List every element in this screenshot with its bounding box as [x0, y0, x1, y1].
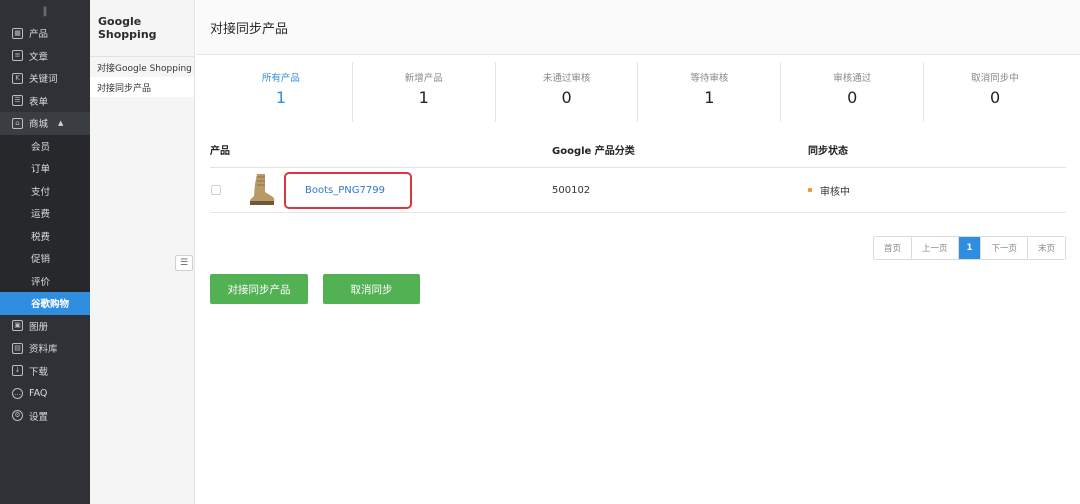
- sync-products-button[interactable]: 对接同步产品: [210, 274, 308, 304]
- stat-label: 取消同步中: [971, 73, 1019, 84]
- sidebar-subitem-tax[interactable]: 税费: [0, 225, 90, 248]
- sidebar-item-articles[interactable]: ≡ 文章: [0, 45, 90, 68]
- sidebar-item-label: 订单: [31, 164, 51, 176]
- column-header-product: 产品: [210, 146, 230, 157]
- product-name-link[interactable]: Boots_PNG7799: [305, 185, 385, 196]
- stat-label: 等待审核: [690, 73, 729, 84]
- sidebar-item-label: 谷歌购物: [31, 299, 70, 311]
- pagination: 首页 上一页 1 下一页 末页: [873, 236, 1066, 260]
- stat-label: 未通过审核: [542, 73, 591, 84]
- sidebar-item-label: 下载: [29, 366, 49, 378]
- sidebar-subitem-members[interactable]: 会员: [0, 135, 90, 158]
- sidebar-item-label: 促销: [31, 254, 51, 266]
- shop-submenu: 会员 订单 支付 运费 税费 促销 评价 谷歌购物: [0, 134, 90, 315]
- sidebar-item-label: 文章: [29, 51, 49, 63]
- stat-value: 1: [704, 88, 715, 107]
- product-thumbnail: [250, 174, 275, 205]
- sync-status-cell: 审核中: [808, 183, 1066, 198]
- sidebar-subitem-google-shopping[interactable]: 谷歌购物: [0, 292, 90, 315]
- library-icon: ▤: [12, 342, 23, 354]
- sidebar-item-label: 支付: [31, 186, 51, 198]
- sidebar-item-faq[interactable]: … FAQ: [0, 382, 90, 405]
- sidebar-item-label: 设置: [29, 411, 49, 423]
- sidebar-item-label: 表单: [29, 96, 49, 108]
- stat-value: 0: [561, 88, 572, 107]
- table-header: 产品 Google 产品分类 同步状态: [210, 132, 1066, 168]
- stat-value: 1: [418, 88, 429, 107]
- sidebar-item-label: 会员: [31, 141, 51, 153]
- stat-pending[interactable]: 等待审核 1: [638, 62, 782, 122]
- chat-icon: …: [12, 387, 23, 399]
- row-checkbox[interactable]: [211, 185, 221, 195]
- status-text: 审核中: [820, 186, 850, 198]
- stat-value: 0: [847, 88, 858, 107]
- google-category-cell: 500102: [552, 184, 591, 196]
- menu-toggle-icon[interactable]: ‖: [0, 0, 90, 22]
- status-stats-bar: 所有产品 1 新增产品 1 未通过审核 0 等待审核 1 审核通过 0 取消同步…: [210, 62, 1066, 122]
- sidebar-item-label: 运费: [31, 209, 51, 221]
- cancel-sync-button[interactable]: 取消同步: [323, 274, 420, 304]
- prev-page-button[interactable]: 上一页: [912, 237, 959, 259]
- sidebar-subitem-payment[interactable]: 支付: [0, 180, 90, 203]
- sidebar-item-forms[interactable]: ☰ 表单: [0, 90, 90, 113]
- sidebar-subitem-shipping[interactable]: 运费: [0, 202, 90, 225]
- highlighted-product-name: Boots_PNG7799: [284, 171, 412, 209]
- status-dot-icon: [808, 188, 812, 192]
- sidebar-item-album[interactable]: ▣ 图册: [0, 315, 90, 338]
- nav-item-sync-products[interactable]: 对接同步产品: [90, 77, 194, 97]
- stat-rejected[interactable]: 未通过审核 0: [496, 62, 639, 122]
- stat-label: 新增产品: [404, 73, 443, 84]
- sidebar-subitem-reviews[interactable]: 评价: [0, 270, 90, 293]
- product-table: 产品 Google 产品分类 同步状态 Boots_PNG7799 500102…: [210, 132, 1066, 213]
- sidebar-subitem-orders[interactable]: 订单: [0, 157, 90, 180]
- panel-title: Google Shopping: [90, 0, 194, 57]
- sidebar-item-settings[interactable]: ⚙ 设置: [0, 405, 90, 428]
- nav-item-connect-google-shopping[interactable]: 对接Google Shopping: [90, 57, 194, 77]
- sidebar-item-label: FAQ: [29, 387, 48, 399]
- stat-all-products[interactable]: 所有产品 1: [210, 62, 353, 122]
- page-title: 对接同步产品: [196, 0, 1080, 55]
- column-header-status: 同步状态: [808, 146, 848, 157]
- secondary-nav-panel: Google Shopping 对接Google Shopping 对接同步产品: [90, 0, 195, 504]
- sidebar-item-label: 商城: [29, 119, 49, 131]
- last-page-button[interactable]: 末页: [1027, 237, 1065, 259]
- sidebar-item-shop[interactable]: ⌂ 商城 ▲: [0, 112, 90, 135]
- stat-value: 0: [989, 88, 1001, 107]
- keyword-icon: K: [12, 72, 23, 84]
- current-page-button[interactable]: 1: [958, 237, 982, 259]
- sidebar-item-label: 评价: [31, 276, 51, 288]
- next-page-button[interactable]: 下一页: [981, 237, 1028, 259]
- column-header-category: Google 产品分类: [552, 146, 635, 157]
- chevron-up-icon: ▲: [58, 119, 64, 128]
- album-icon: ▣: [12, 320, 23, 332]
- stat-value: 1: [275, 88, 286, 107]
- sidebar-item-products[interactable]: ▦ 产品: [0, 22, 90, 45]
- sidebar-subitem-promotion[interactable]: 促销: [0, 247, 90, 270]
- gear-icon: ⚙: [12, 410, 23, 422]
- stat-approved[interactable]: 审核通过 0: [781, 62, 925, 122]
- stat-label: 审核通过: [833, 73, 872, 84]
- table-row: Boots_PNG7799 500102 审核中: [210, 168, 1066, 213]
- stat-cancelling[interactable]: 取消同步中 0: [924, 62, 1066, 122]
- sidebar-item-download[interactable]: ↓ 下载: [0, 360, 90, 383]
- collapse-panel-icon[interactable]: ☰: [175, 255, 193, 271]
- main-content: 对接同步产品 所有产品 1 新增产品 1 未通过审核 0 等待审核 1 审核通过…: [196, 0, 1080, 504]
- download-icon: ↓: [12, 365, 23, 377]
- shop-bag-icon: ⌂: [12, 117, 23, 129]
- form-icon: ☰: [12, 95, 23, 107]
- sidebar-item-label: 资料库: [29, 344, 58, 356]
- main-sidebar: ‖ ▦ 产品 ≡ 文章 K 关键词 ☰ 表单 ⌂ 商城 ▲ 会员 订单 支付 运…: [0, 0, 90, 504]
- first-page-button[interactable]: 首页: [874, 237, 913, 259]
- sidebar-item-label: 关键词: [29, 74, 58, 86]
- sidebar-item-keywords[interactable]: K 关键词: [0, 67, 90, 90]
- stat-new-products[interactable]: 新增产品 1: [353, 62, 496, 122]
- sidebar-item-library[interactable]: ▤ 资料库: [0, 337, 90, 360]
- sidebar-item-label: 税费: [31, 231, 51, 243]
- document-icon: ≡: [12, 50, 23, 62]
- grid-icon: ▦: [12, 27, 23, 39]
- sidebar-item-label: 产品: [29, 29, 49, 41]
- stat-label: 所有产品: [261, 73, 300, 84]
- sidebar-item-label: 图册: [29, 321, 49, 333]
